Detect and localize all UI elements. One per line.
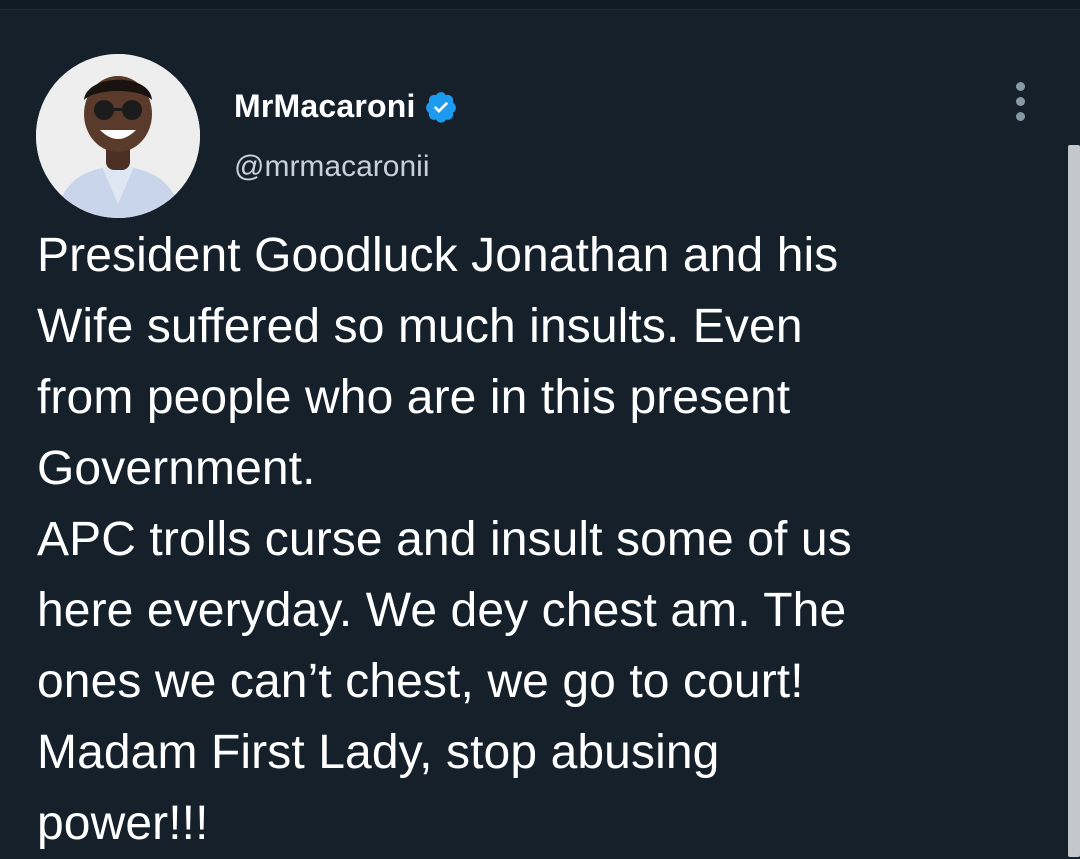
display-name[interactable]: MrMacaroni	[234, 88, 416, 125]
avatar[interactable]	[36, 54, 200, 218]
user-handle[interactable]: @mrmacaronii	[234, 150, 429, 184]
scrollbar[interactable]	[1068, 145, 1080, 857]
verified-badge-icon	[425, 91, 456, 123]
more-options-icon[interactable]	[1008, 82, 1032, 126]
avatar-image	[36, 54, 200, 218]
top-border	[0, 0, 1080, 10]
tweet-card: MrMacaroni @mrmacaronii President Goodlu…	[0, 10, 1080, 857]
tweet-text: President Goodluck Jonathan and his Wife…	[37, 229, 852, 850]
author-name-row: MrMacaroni	[234, 88, 458, 125]
